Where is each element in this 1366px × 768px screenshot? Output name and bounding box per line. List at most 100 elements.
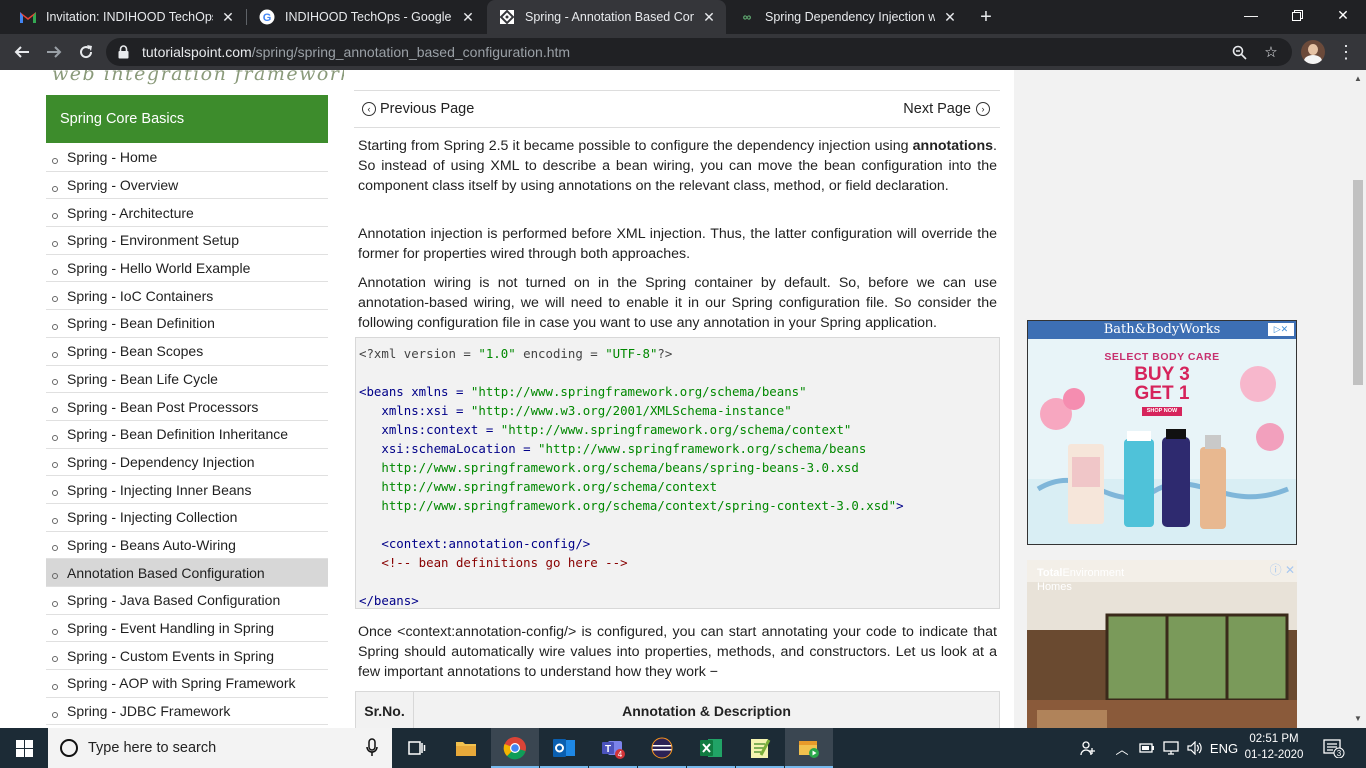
taskbar-search-box[interactable]: Type here to search <box>48 728 392 768</box>
ad-offer-line2: GET 1 <box>1134 383 1190 404</box>
volume-icon[interactable] <box>1184 728 1206 768</box>
address-bar[interactable]: tutorialspoint.com/spring/spring_annotat… <box>106 38 1292 66</box>
start-button[interactable] <box>0 728 48 768</box>
system-clock[interactable]: 02:51 PM 01-12-2020 <box>1244 731 1304 763</box>
eclipse-button[interactable] <box>638 728 686 768</box>
bullet-icon <box>52 600 58 607</box>
adchoices-icon[interactable]: ⓘ ✕ <box>1270 561 1295 578</box>
profile-avatar[interactable] <box>1301 40 1325 64</box>
sidebar-item-spring-bean-life-cycle[interactable]: Spring - Bean Life Cycle <box>46 366 328 394</box>
excel-button[interactable] <box>687 728 735 768</box>
tab-baeldung[interactable]: ∞ Spring Dependency Injection wit ✕ <box>727 0 967 34</box>
new-tab-button[interactable]: + <box>974 5 998 29</box>
notepad-plus-button[interactable] <box>736 728 784 768</box>
bullet-icon <box>52 157 58 164</box>
close-tab-icon[interactable]: ✕ <box>700 8 718 26</box>
sidebar-item-annotation-based-configuration[interactable]: Annotation Based Configuration <box>46 559 328 587</box>
microphone-icon[interactable] <box>366 738 378 762</box>
sidebar-item-label: Spring - Home <box>67 149 158 166</box>
code-line: xmlns:xsi = "http://www.w3.org/2001/XMLS… <box>359 403 792 418</box>
close-tab-icon[interactable]: ✕ <box>219 8 237 26</box>
sidebar-item-spring-environment-setup[interactable]: Spring - Environment Setup <box>46 227 328 255</box>
sidebar-item-spring-beans-auto-wiring[interactable]: Spring - Beans Auto-Wiring <box>46 532 328 560</box>
search-placeholder: Type here to search <box>88 740 217 756</box>
sidebar-item-spring-injecting-inner-beans[interactable]: Spring - Injecting Inner Beans <box>46 476 328 504</box>
tab-google-search[interactable]: G INDIHOOD TechOps - Google Se ✕ <box>247 0 485 34</box>
previous-page-link[interactable]: ‹ Previous Page <box>362 101 474 117</box>
sidebar-item-spring-java-based-configuration[interactable]: Spring - Java Based Configuration <box>46 587 328 615</box>
task-view-button[interactable] <box>392 728 440 768</box>
zoom-icon[interactable] <box>1229 42 1249 62</box>
sidebar-item-label: Spring - Architecture <box>67 204 194 221</box>
people-icon[interactable] <box>1074 728 1102 768</box>
back-button[interactable] <box>8 38 36 66</box>
sidebar-item-spring-home[interactable]: Spring - Home <box>46 144 328 172</box>
code-line: <beans xmlns = "http://www.springframewo… <box>359 384 807 399</box>
media-app-button[interactable] <box>785 728 833 768</box>
scroll-down-icon[interactable]: ▼ <box>1354 714 1362 723</box>
ad-shop-button[interactable]: SHOP NOW <box>1142 407 1182 416</box>
bath-body-works-ad[interactable]: Bath&BodyWorks ▷✕ SELECT BODY CARE BUY 3… <box>1027 320 1297 545</box>
sidebar-item-label: Spring - Bean Life Cycle <box>67 370 218 387</box>
scrollbar-thumb[interactable] <box>1353 180 1363 385</box>
page-scrollbar[interactable]: ▲ ▼ <box>1350 70 1366 728</box>
arrow-right-icon <box>47 46 62 58</box>
sidebar-item-spring-bean-post-processors[interactable]: Spring - Bean Post Processors <box>46 393 328 421</box>
sidebar-item-spring-event-handling-in-spring[interactable]: Spring - Event Handling in Spring <box>46 615 328 643</box>
code-line: http://www.springframework.org/schema/co… <box>359 498 904 513</box>
sidebar-item-spring-overview[interactable]: Spring - Overview <box>46 172 328 200</box>
minimize-button[interactable]: — <box>1228 0 1274 30</box>
close-tab-icon[interactable]: ✕ <box>941 8 959 26</box>
sidebar-item-label: Spring - Injecting Collection <box>67 509 238 526</box>
close-window-button[interactable]: ✕ <box>1320 0 1366 30</box>
teams-button[interactable]: T4 <box>589 728 637 768</box>
sidebar-item-spring-bean-definition[interactable]: Spring - Bean Definition <box>46 310 328 338</box>
scroll-up-icon[interactable]: ▲ <box>1354 74 1362 83</box>
outlook-button[interactable] <box>540 728 588 768</box>
sidebar-item-spring-architecture[interactable]: Spring - Architecture <box>46 199 328 228</box>
sidebar-item-spring-aop-with-spring-framework[interactable]: Spring - AOP with Spring Framework <box>46 670 328 698</box>
bullet-icon <box>52 628 58 635</box>
sidebar-item-spring-custom-events-in-spring[interactable]: Spring - Custom Events in Spring <box>46 642 328 671</box>
sidebar-item-spring-injecting-collection[interactable]: Spring - Injecting Collection <box>46 504 328 532</box>
power-plug-icon[interactable] <box>1136 728 1158 768</box>
total-environment-ad[interactable]: TotalEnvironment Homes ⓘ ✕ <box>1027 560 1297 728</box>
bookmark-star-icon[interactable]: ☆ <box>1261 42 1281 62</box>
chrome-button[interactable] <box>491 728 539 768</box>
show-hidden-icons-chevron-icon[interactable]: ︿ <box>1112 728 1132 768</box>
google-icon: G <box>259 9 275 25</box>
sidebar-item-spring-bean-scopes[interactable]: Spring - Bean Scopes <box>46 338 328 366</box>
sidebar-item-spring-jdbc-framework[interactable]: Spring - JDBC Framework <box>46 698 328 726</box>
url-path: /spring/spring_annotation_based_configur… <box>251 44 571 60</box>
sidebar-item-spring-hello-world-example[interactable]: Spring - Hello World Example <box>46 255 328 283</box>
reload-button[interactable] <box>72 38 100 66</box>
bullet-icon <box>52 213 58 220</box>
code-line: http://www.springframework.org/schema/co… <box>359 479 718 494</box>
restore-button[interactable] <box>1274 0 1320 30</box>
sidebar-item-spring-dependency-injection[interactable]: Spring - Dependency Injection <box>46 449 328 477</box>
forward-button[interactable] <box>40 38 68 66</box>
sidebar-item-spring-ioc-containers[interactable]: Spring - IoC Containers <box>46 282 328 311</box>
tab-spring-annotation[interactable]: Spring - Annotation Based Config ✕ <box>487 0 726 34</box>
network-icon[interactable] <box>1160 728 1182 768</box>
bullet-icon <box>52 240 58 247</box>
next-page-label: Next Page <box>903 101 971 117</box>
input-language[interactable]: ENG <box>1208 728 1240 768</box>
browser-toolbar: tutorialspoint.com/spring/spring_annotat… <box>0 34 1366 70</box>
close-tab-icon[interactable]: ✕ <box>459 8 477 26</box>
next-page-link[interactable]: Next Page › <box>903 101 990 117</box>
bullet-icon <box>52 683 58 690</box>
file-explorer-button[interactable] <box>442 728 490 768</box>
sidebar-item-spring-bean-definition-inheritance[interactable]: Spring - Bean Definition Inheritance <box>46 421 328 449</box>
bullet-icon <box>52 656 58 663</box>
svg-text:3: 3 <box>1337 749 1342 758</box>
notification-center-button[interactable]: 3 <box>1316 728 1352 768</box>
arrow-left-icon <box>14 46 29 58</box>
adchoices-icon[interactable]: ▷✕ <box>1268 323 1294 336</box>
code-line: <?xml version = "1.0" encoding = "UTF-8"… <box>359 346 673 361</box>
browser-menu-icon[interactable]: ⋮ <box>1334 38 1358 66</box>
bullet-icon <box>52 185 58 192</box>
tab-gmail-invitation[interactable]: Invitation: INDIHOOD TechOps (T ✕ <box>8 0 245 34</box>
chevron-right-circle-icon: › <box>976 102 990 116</box>
media-app-icon <box>799 741 819 758</box>
